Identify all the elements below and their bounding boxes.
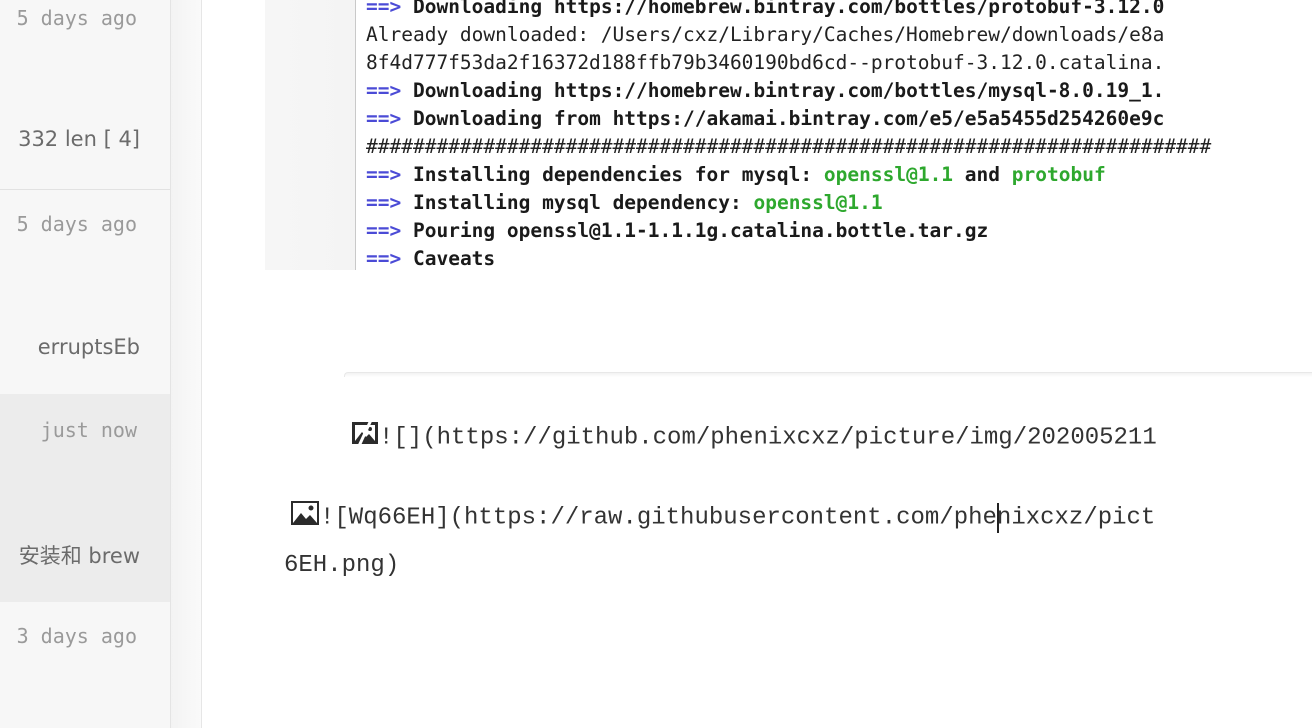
- file-excerpt: erruptsEb: [37, 335, 140, 359]
- terminal-line: ==> Installing mysql dependency: openssl…: [366, 191, 883, 214]
- terminal-screenshot-image: ==> Downloading https://homebrew.bintray…: [265, 0, 1312, 270]
- terminal-line: ########################################…: [366, 135, 1212, 158]
- image-icon: [290, 500, 320, 534]
- file-date: 5 days ago: [16, 212, 137, 236]
- file-list-item[interactable]: 332 len [ 4]: [0, 110, 170, 188]
- file-list-item[interactable]: 3 days ago: [0, 602, 170, 728]
- file-list-item[interactable]: 5 days ago erruptsEb: [0, 190, 170, 394]
- markdown-line-continuation: 6EH.png): [284, 552, 400, 579]
- terminal-line: Already downloaded: /Users/cxz/Library/C…: [366, 23, 1165, 46]
- file-list-sidebar: 5 days ago 332 len [ 4] 5 days ago errup…: [0, 0, 171, 728]
- terminal-line: ==> Downloading https://homebrew.bintray…: [366, 79, 1165, 102]
- markdown-image-source: ![](https://github.com/phenixcxz/picture…: [379, 424, 1157, 452]
- terminal-line: ==> Caveats: [366, 247, 496, 270]
- file-date: 3 days ago: [16, 624, 137, 648]
- file-list-item[interactable]: 5 days ago: [0, 0, 170, 75]
- terminal-line: ==> Installing dependencies for mysql: o…: [366, 163, 1106, 186]
- file-excerpt: 安装和 brew: [18, 544, 140, 568]
- markdown-image-line[interactable]: ![](https://github.com/phenixcxz/picture…: [351, 419, 1157, 454]
- markdown-image-source: ![Wq66EH](https://raw.githubusercontent.…: [320, 504, 1156, 532]
- file-date: 5 days ago: [16, 6, 137, 30]
- sidebar-shadow: [171, 0, 202, 728]
- terminal-line: 8f4d777f53da2f16372d188ffb79b3460190bd6c…: [366, 51, 1165, 74]
- text-cursor: [997, 503, 999, 533]
- terminal-line: ==> Downloading from https://akamai.bint…: [366, 107, 1165, 130]
- markdown-image-line[interactable]: ![Wq66EH](https://raw.githubusercontent.…: [290, 500, 1155, 534]
- file-date: just now: [40, 418, 137, 442]
- editor-border: [201, 0, 202, 728]
- terminal-line: ==> Pouring openssl@1.1-1.1.1g.catalina.…: [366, 219, 989, 242]
- section-divider: [344, 372, 1312, 377]
- terminal-output: ==> Downloading https://homebrew.bintray…: [355, 0, 1312, 270]
- broken-image-icon: [351, 419, 379, 454]
- file-list-item-selected[interactable]: just now 安装和 brew: [0, 394, 170, 602]
- terminal-line: ==> Downloading https://homebrew.bintray…: [366, 0, 1165, 18]
- file-excerpt: 332 len [ 4]: [18, 127, 140, 151]
